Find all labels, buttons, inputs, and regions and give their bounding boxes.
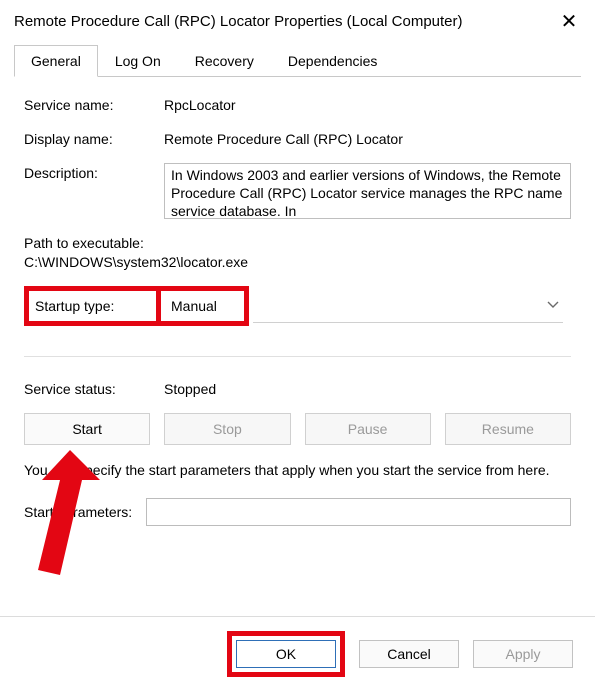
service-status-value: Stopped [164, 379, 571, 397]
startup-type-row: Startup type: Manual [24, 286, 571, 326]
tab-dependencies[interactable]: Dependencies [271, 45, 395, 77]
divider [24, 356, 571, 357]
hint-text: You can specify the start parameters tha… [24, 461, 571, 480]
tab-strip: General Log On Recovery Dependencies [14, 44, 581, 76]
display-name-value: Remote Procedure Call (RPC) Locator [164, 129, 571, 147]
service-control-buttons: Start Stop Pause Resume [24, 413, 571, 445]
path-value: C:\WINDOWS\system32\locator.exe [24, 254, 571, 270]
start-params-input[interactable] [146, 498, 571, 526]
display-name-row: Display name: Remote Procedure Call (RPC… [24, 129, 571, 147]
stop-button: Stop [164, 413, 290, 445]
startup-type-label: Startup type: [24, 286, 161, 326]
resume-button: Resume [445, 413, 571, 445]
dialog-buttons: OK Cancel Apply [0, 616, 595, 695]
display-name-label: Display name: [24, 129, 164, 147]
start-params-label: Start parameters: [24, 504, 132, 520]
service-properties-dialog: Remote Procedure Call (RPC) Locator Prop… [0, 0, 595, 695]
chevron-down-icon [547, 301, 559, 309]
service-name-value: RpcLocator [164, 95, 571, 113]
titlebar: Remote Procedure Call (RPC) Locator Prop… [0, 0, 595, 38]
service-status-row: Service status: Stopped [24, 379, 571, 397]
dialog-title: Remote Procedure Call (RPC) Locator Prop… [14, 13, 463, 30]
startup-type-value: Manual [161, 286, 249, 326]
description-row: Description: In Windows 2003 and earlier… [24, 163, 571, 219]
start-params-row: Start parameters: [24, 498, 571, 526]
service-status-label: Service status: [24, 379, 164, 397]
startup-type-dropdown[interactable] [253, 289, 563, 323]
ok-button[interactable]: OK [236, 640, 336, 668]
description-label: Description: [24, 163, 164, 181]
close-icon[interactable]: ✕ [557, 9, 581, 34]
service-name-row: Service name: RpcLocator [24, 95, 571, 113]
tab-recovery[interactable]: Recovery [178, 45, 271, 77]
tab-logon[interactable]: Log On [98, 45, 178, 77]
path-label: Path to executable: [24, 235, 571, 251]
description-text[interactable]: In Windows 2003 and earlier versions of … [164, 163, 571, 219]
start-button[interactable]: Start [24, 413, 150, 445]
service-name-label: Service name: [24, 95, 164, 113]
tab-general[interactable]: General [14, 45, 98, 77]
ok-highlight: OK [227, 631, 345, 677]
pause-button: Pause [305, 413, 431, 445]
cancel-button[interactable]: Cancel [359, 640, 459, 668]
apply-button: Apply [473, 640, 573, 668]
path-section: Path to executable: C:\WINDOWS\system32\… [24, 235, 571, 270]
general-panel: Service name: RpcLocator Display name: R… [14, 76, 581, 536]
